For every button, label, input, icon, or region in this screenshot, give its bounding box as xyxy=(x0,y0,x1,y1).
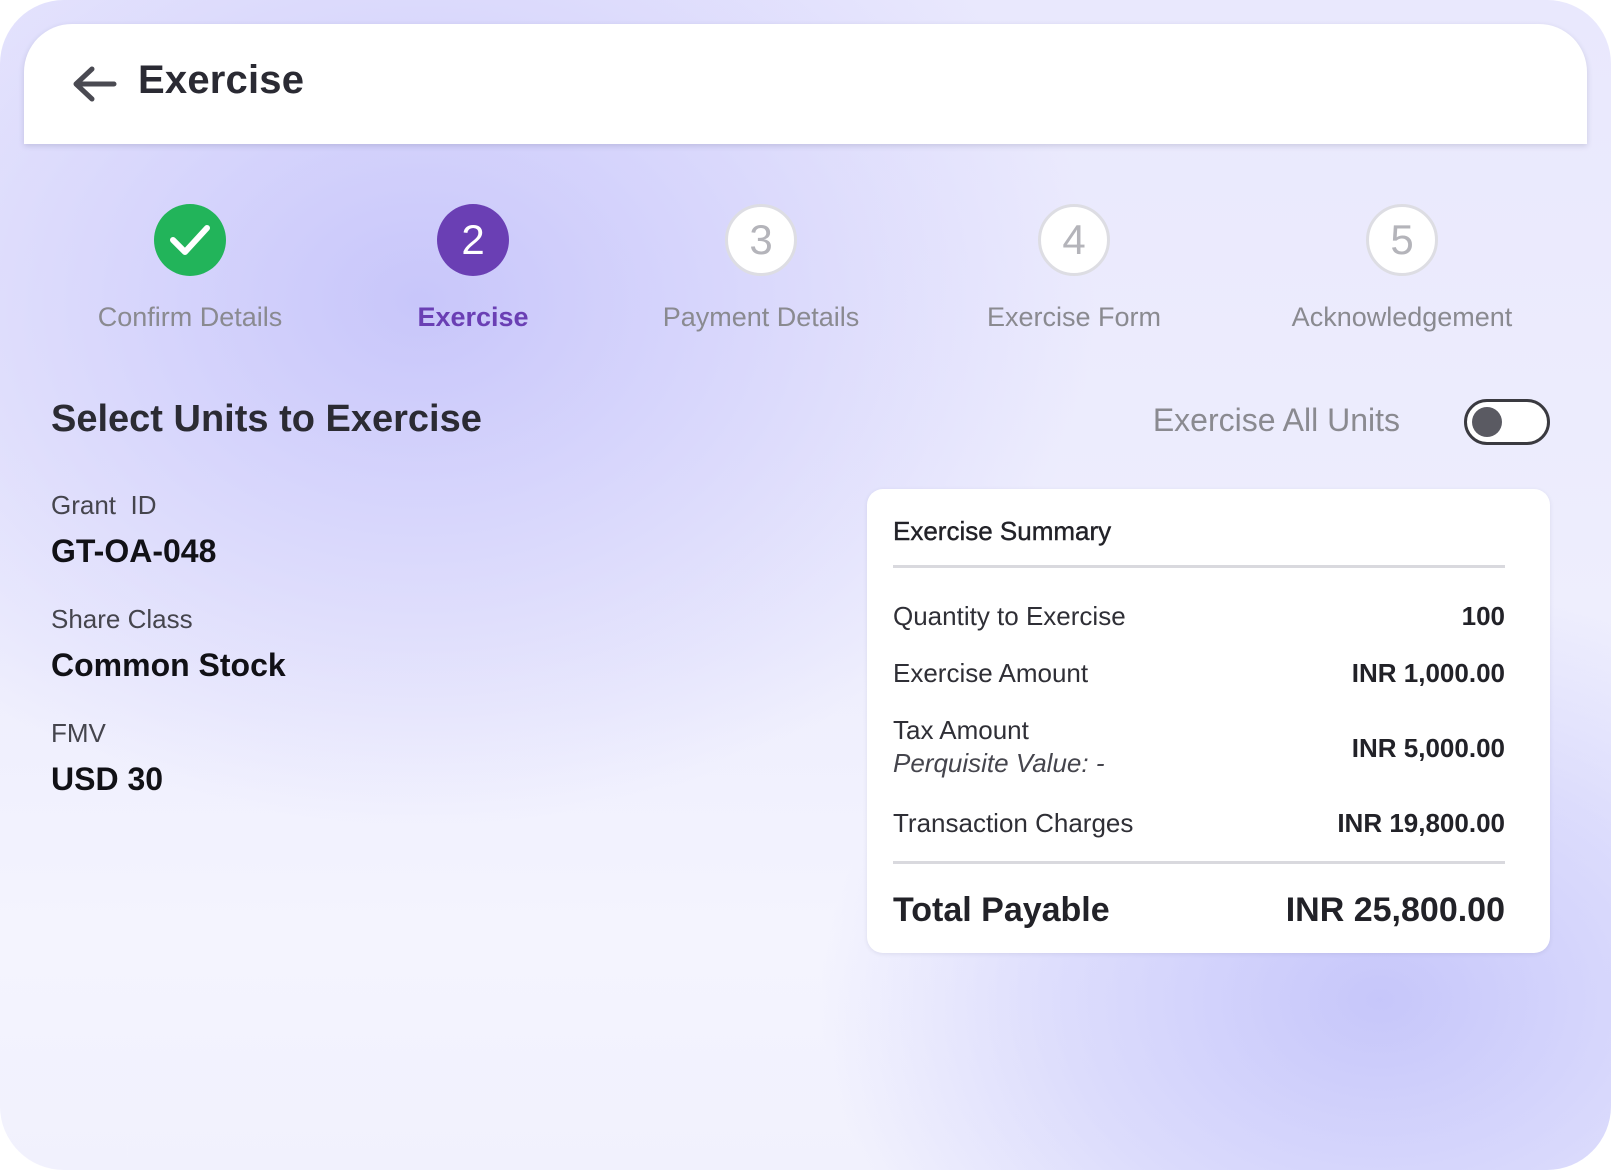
fmv-value: USD 30 xyxy=(51,761,164,797)
step-4-pending-circle: 4 xyxy=(1038,204,1110,276)
fmv-label: FMV xyxy=(51,718,106,748)
section-title: Select Units to Exercise xyxy=(51,398,482,440)
row-label: Quantity to Exercise xyxy=(893,601,1126,631)
step-label: Exercise xyxy=(417,302,529,332)
row-value: INR 5,000.00 xyxy=(1351,733,1505,763)
grant-id-value: GT-OA-048 xyxy=(51,533,217,569)
divider xyxy=(893,861,1505,864)
total-payable-value: INR 25,800.00 xyxy=(1285,891,1505,929)
share-class-value: Common Stock xyxy=(51,647,286,683)
exercise-all-units-toggle[interactable] xyxy=(1464,399,1550,445)
row-sublabel: Perquisite Value: - xyxy=(893,748,1105,778)
exercise-summary-card: Exercise Summary Quantity to Exercise 10… xyxy=(867,489,1550,953)
share-class-label: Share Class xyxy=(51,604,193,634)
step-5-pending-circle: 5 xyxy=(1366,204,1438,276)
page-title: Exercise xyxy=(138,58,305,102)
step-label: Acknowledgement xyxy=(1291,302,1513,332)
exercise-all-units-label: Exercise All Units xyxy=(1152,402,1400,438)
back-button[interactable] xyxy=(64,54,124,114)
step-2-active-circle: 2 xyxy=(437,204,509,276)
toggle-knob xyxy=(1472,407,1502,437)
step-1-completed-circle xyxy=(154,204,226,276)
row-label: Exercise Amount xyxy=(893,658,1089,688)
divider xyxy=(893,565,1505,568)
step-3-pending-circle: 3 xyxy=(725,204,797,276)
summary-title: Exercise Summary xyxy=(893,516,1112,546)
grant-id-label: Grant ID xyxy=(51,490,157,520)
row-value: INR 19,800.00 xyxy=(1337,808,1505,838)
row-label: Transaction Charges xyxy=(893,808,1134,838)
step-label: Payment Details xyxy=(662,302,860,332)
row-label: Tax Amount xyxy=(893,715,1029,745)
total-payable-label: Total Payable xyxy=(893,891,1110,929)
app-frame: Exercise Confirm Details 2 Exercise 3 Pa… xyxy=(0,0,1611,1170)
check-icon xyxy=(170,225,210,255)
step-label: Confirm Details xyxy=(97,302,283,332)
arrow-left-icon xyxy=(73,66,117,102)
step-label: Exercise Form xyxy=(986,302,1162,332)
row-value: INR 1,000.00 xyxy=(1351,658,1505,688)
row-value: 100 xyxy=(1461,601,1505,631)
top-bar: Exercise xyxy=(24,24,1587,144)
